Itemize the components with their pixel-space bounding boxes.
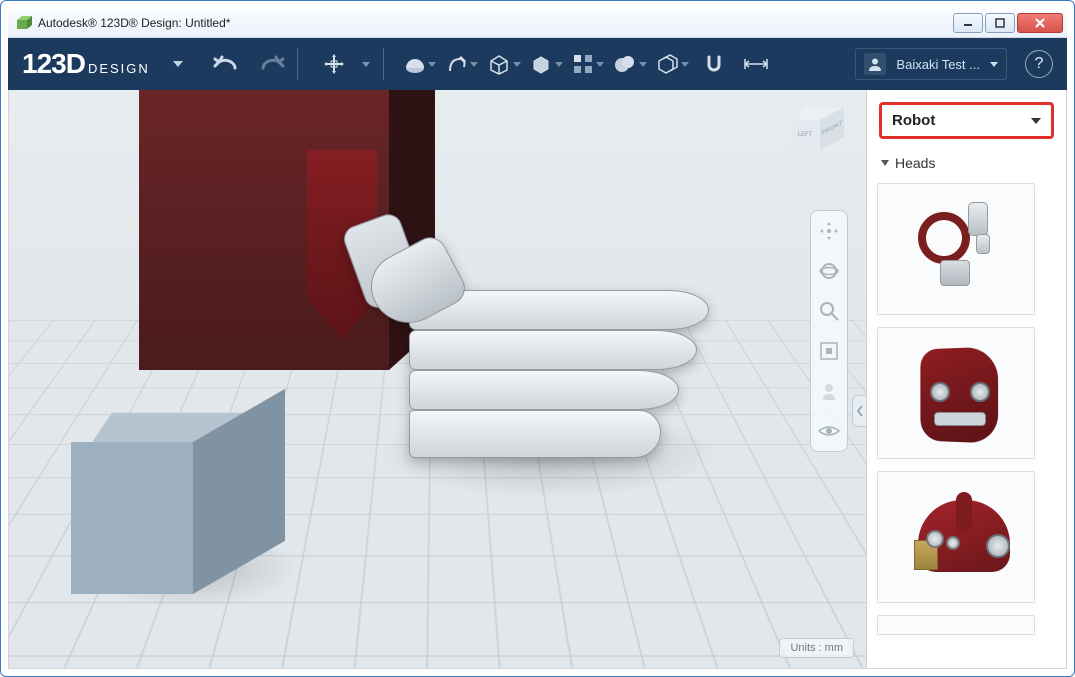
part-thumbnail[interactable] bbox=[877, 183, 1035, 315]
window-title: Autodesk® 123D® Design: Untitled* bbox=[38, 16, 951, 30]
logo-sub: DESIGN bbox=[88, 61, 150, 76]
part-thumbnail[interactable] bbox=[877, 615, 1035, 635]
construct-tool[interactable] bbox=[490, 50, 518, 78]
model-primitive-cube[interactable] bbox=[89, 408, 259, 588]
parts-list[interactable] bbox=[867, 179, 1064, 668]
app-icon bbox=[16, 15, 32, 31]
user-menu[interactable]: Baixaki Test ... bbox=[855, 48, 1007, 80]
section-label: Heads bbox=[895, 155, 935, 171]
section-heads[interactable]: Heads bbox=[867, 147, 1066, 179]
help-button[interactable]: ? bbox=[1025, 50, 1053, 78]
orbit-tool[interactable] bbox=[817, 259, 841, 283]
workspace: LEFT FRONT Units : mm Robot Heads bbox=[8, 90, 1067, 669]
fit-tool[interactable] bbox=[817, 339, 841, 363]
view-cube[interactable]: LEFT FRONT bbox=[790, 108, 848, 158]
chevron-down-icon bbox=[1031, 118, 1041, 124]
look-tool[interactable] bbox=[817, 379, 841, 403]
app-menu-button[interactable] bbox=[164, 50, 192, 78]
part-thumbnail[interactable] bbox=[877, 471, 1035, 603]
avatar-icon bbox=[864, 53, 886, 75]
category-selector[interactable]: Robot bbox=[879, 102, 1054, 139]
grouping-tool[interactable] bbox=[616, 50, 644, 78]
parts-panel: Robot Heads bbox=[866, 90, 1066, 668]
pan-tool[interactable] bbox=[817, 219, 841, 243]
titlebar[interactable]: Autodesk® 123D® Design: Untitled* bbox=[8, 8, 1067, 38]
snap-tool[interactable] bbox=[700, 50, 728, 78]
viewport-3d[interactable]: LEFT FRONT Units : mm bbox=[9, 90, 866, 668]
undo-button[interactable] bbox=[214, 50, 242, 78]
viewcube-left-face[interactable]: LEFT bbox=[790, 120, 820, 150]
zoom-tool[interactable] bbox=[817, 299, 841, 323]
sketch-tool[interactable] bbox=[448, 50, 476, 78]
move-tool[interactable] bbox=[320, 50, 348, 78]
window-controls bbox=[951, 13, 1063, 33]
maximize-button[interactable] bbox=[985, 13, 1015, 33]
navigation-bar bbox=[810, 210, 848, 452]
pattern-tool[interactable] bbox=[574, 50, 602, 78]
panel-collapse-handle[interactable] bbox=[852, 395, 866, 427]
minimize-button[interactable] bbox=[953, 13, 983, 33]
part-thumbnail[interactable] bbox=[877, 327, 1035, 459]
visibility-tool[interactable] bbox=[817, 419, 841, 443]
units-indicator[interactable]: Units : mm bbox=[779, 638, 854, 658]
combine-tool[interactable] bbox=[658, 50, 686, 78]
app-window: Autodesk® 123D® Design: Untitled* 123D D… bbox=[0, 0, 1075, 677]
modify-tool[interactable] bbox=[532, 50, 560, 78]
category-label: Robot bbox=[892, 112, 935, 129]
close-button[interactable] bbox=[1017, 13, 1063, 33]
move-dropdown-icon[interactable] bbox=[362, 62, 370, 67]
user-dropdown-icon bbox=[990, 62, 998, 67]
primitive-tool[interactable] bbox=[406, 50, 434, 78]
app-logo: 123D DESIGN bbox=[22, 48, 150, 80]
model-robot-hand[interactable] bbox=[379, 220, 709, 500]
redo-button[interactable] bbox=[256, 50, 284, 78]
main-toolbar: 123D DESIGN bbox=[8, 38, 1067, 90]
logo-main: 123D bbox=[22, 48, 85, 80]
measure-tool[interactable] bbox=[742, 50, 770, 78]
user-name: Baixaki Test ... bbox=[896, 57, 980, 72]
